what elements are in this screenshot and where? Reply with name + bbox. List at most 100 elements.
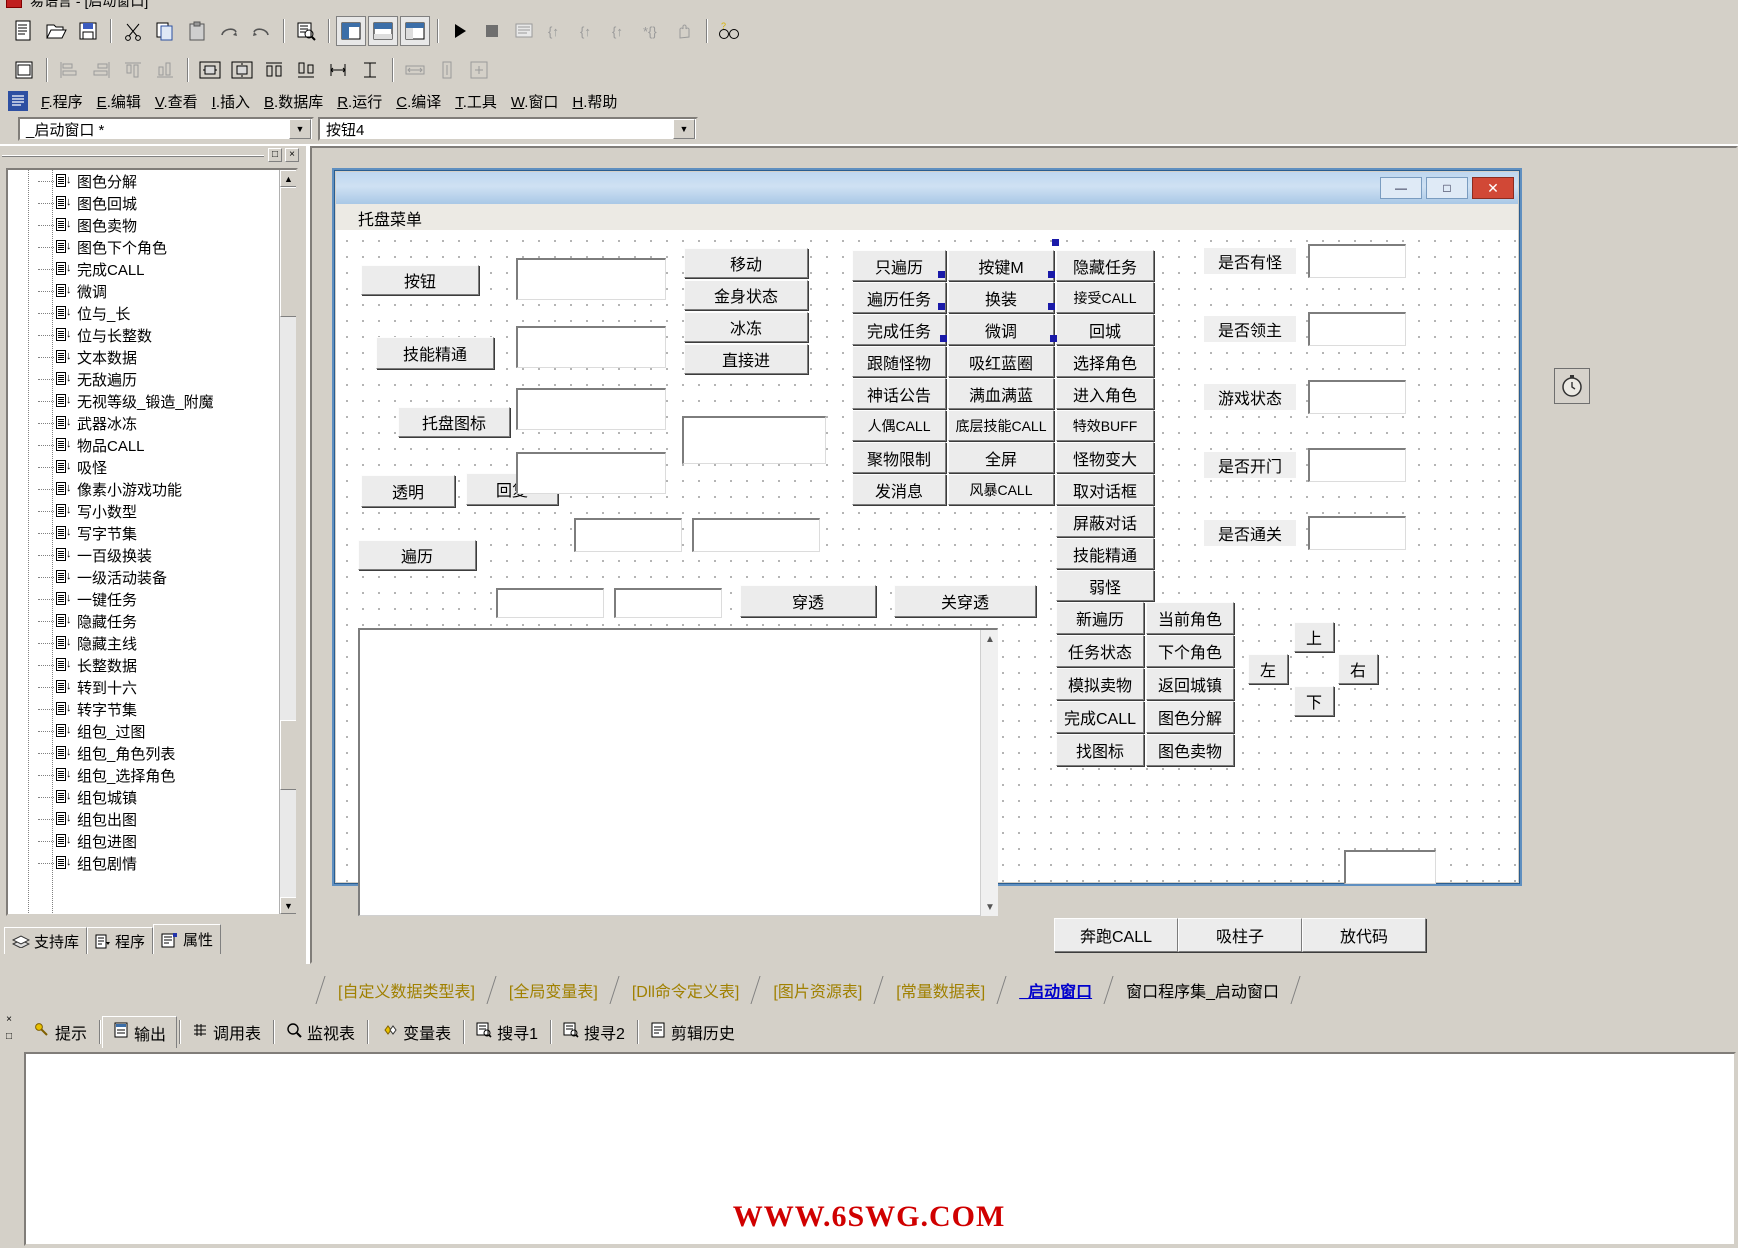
output-tab-监视表[interactable]: 监视表 (276, 1016, 365, 1048)
tab-properties[interactable]: 属性 (153, 924, 222, 954)
textbox-status-2[interactable] (1308, 380, 1406, 414)
tree-item[interactable]: ↓ 吸怪 (8, 456, 280, 478)
button-grid-2-4[interactable]: 进入角色 (1056, 378, 1154, 409)
button-chuantou[interactable]: 穿透 (740, 585, 876, 617)
align-bottom-button[interactable] (150, 55, 180, 85)
tree-item[interactable]: ↓ 武器冰冻 (8, 412, 280, 434)
form-maximize-button[interactable]: □ (1426, 177, 1468, 199)
scroll-up-icon[interactable]: ▲ (280, 170, 296, 187)
button-pair-2-0[interactable]: 模拟卖物 (1056, 668, 1144, 700)
button-touming[interactable]: 透明 (361, 475, 455, 507)
textbox-2[interactable] (516, 326, 666, 368)
button-pair-4-1[interactable]: 图色卖物 (1146, 734, 1234, 766)
doc-tab-1[interactable]: [全局变量表] (499, 975, 608, 1005)
output-tab-调用表[interactable]: 调用表 (182, 1016, 271, 1048)
tree-item[interactable]: ↓ 图色下个角色 (8, 236, 280, 258)
button-dpad-right[interactable]: 右 (1338, 654, 1378, 684)
tree-item[interactable]: ↓ 组包剧情 (8, 852, 280, 874)
tree-item[interactable]: ↓ 组包出图 (8, 808, 280, 830)
textbox-6[interactable] (692, 518, 820, 552)
layout-top-button[interactable] (368, 15, 398, 46)
menu-item-edit[interactable]: E.编辑 (90, 89, 148, 114)
button-grid-0-4[interactable]: 神话公告 (852, 378, 946, 409)
button-grid-0-3[interactable]: 跟随怪物 (852, 346, 946, 377)
button-grid-2-1[interactable]: 接受CALL (1056, 282, 1154, 313)
program-tree[interactable]: ↓ 图色分解 ↓ 图色回城 ↓ 图色卖物 ↓ 图色下个角色 ↓ 完成CALL ↓ 微调 ↓ 位与_长 ↓ 位与… (6, 168, 298, 916)
form-canvas[interactable]: 按钮 技能精通 托盘图标 透明 回复 遍历 移动 金身状态 冰冻 直接进 穿透 … (336, 230, 1518, 952)
align-left-button[interactable] (54, 55, 84, 85)
textbox-9[interactable] (682, 416, 826, 464)
textbox-5[interactable] (574, 518, 682, 552)
scroll-thumb-lower[interactable] (280, 720, 296, 790)
button-grid-0-5[interactable]: 人偶CALL (852, 410, 946, 441)
step-into-button[interactable]: {↑ (541, 16, 571, 46)
button-grid-1-1[interactable]: 换装 (948, 282, 1054, 313)
menu-item-program[interactable]: F.程序 (34, 89, 90, 114)
button-grid-1-4[interactable]: 满血满蓝 (948, 378, 1054, 409)
button-bingdong[interactable]: 冰冻 (684, 312, 808, 342)
textbox-7[interactable] (496, 588, 604, 618)
selection-handle[interactable] (940, 335, 947, 342)
size-height-button[interactable] (355, 55, 385, 85)
tree-item[interactable]: ↓ 组包_过图 (8, 720, 280, 742)
button-grid-0-7[interactable]: 发消息 (852, 474, 946, 505)
output-tab-搜寻2[interactable]: 搜寻2 (553, 1016, 635, 1048)
menu-item-run[interactable]: R.运行 (330, 89, 389, 114)
tree-item[interactable]: ↓ 图色回城 (8, 192, 280, 214)
button-yidong[interactable]: 移动 (684, 248, 808, 278)
space-equal-h-button[interactable] (259, 55, 289, 85)
button-pair-0-1[interactable]: 当前角色 (1146, 602, 1234, 634)
scroll-down-icon[interactable]: ▼ (280, 897, 296, 914)
button-fangdaima[interactable]: 放代码 (1302, 918, 1426, 952)
button-bianli[interactable]: 遍历 (358, 540, 476, 570)
tree-item[interactable]: ↓ 转字节集 (8, 698, 280, 720)
doc-tab-6[interactable]: 窗口程序集_启动窗口 (1116, 975, 1289, 1005)
space-equal-v-button[interactable] (291, 55, 321, 85)
redo-button[interactable] (214, 16, 244, 46)
chevron-down-icon[interactable]: ▼ (289, 119, 311, 139)
textbox-status-1[interactable] (1308, 312, 1406, 346)
doc-tab-0[interactable]: [自定义数据类型表] (328, 975, 485, 1005)
output-tab-变量表[interactable]: 变量表 (370, 1016, 461, 1048)
button-pair-3-0[interactable]: 完成CALL (1056, 701, 1144, 733)
button-grid-1-2[interactable]: 微调 (948, 314, 1054, 345)
tree-item[interactable]: ↓ 位与长整数 (8, 324, 280, 346)
save-file-button[interactable] (73, 16, 103, 46)
center-horizontal-button[interactable] (195, 55, 225, 85)
button-dpad-down[interactable]: 下 (1294, 686, 1334, 716)
output-tab-输出[interactable]: 输出 (102, 1016, 178, 1048)
button-pair-1-0[interactable]: 任务状态 (1056, 635, 1144, 667)
doc-tab-5[interactable]: _启动窗口 (1009, 975, 1102, 1005)
tree-item[interactable]: ↓ 一级活动装备 (8, 566, 280, 588)
design-form-window[interactable]: — □ ✕ 托盘菜单 按钮 技能精通 托盘图标 透明 回复 遍历 移动 金身状态… (332, 168, 1522, 952)
button-grid-2-5[interactable]: 特效BUFF (1056, 410, 1154, 441)
form-grid-button[interactable] (9, 55, 39, 85)
tree-item[interactable]: ↓ 一百级换装 (8, 544, 280, 566)
form-designer-surface[interactable]: — □ ✕ 托盘菜单 按钮 技能精通 托盘图标 透明 回复 遍历 移动 金身状态… (310, 146, 1738, 964)
run-to-cursor-button[interactable]: *{} (637, 16, 667, 46)
button-guanchuantou[interactable]: 关穿透 (894, 585, 1036, 617)
tree-item[interactable]: ↓ 物品CALL (8, 434, 280, 456)
selection-handle[interactable] (938, 303, 945, 310)
step-out-button[interactable]: {↑ (605, 16, 635, 46)
scroll-down-icon[interactable]: ▼ (981, 898, 999, 916)
tree-item[interactable]: ↓ 组包_角色列表 (8, 742, 280, 764)
tree-item[interactable]: ↓ 图色分解 (8, 170, 280, 192)
button-grid-2-2[interactable]: 回城 (1056, 314, 1154, 345)
output-tab-提示[interactable]: 提示 (24, 1016, 97, 1048)
button-grid-2-0[interactable]: 隐藏任务 (1056, 250, 1154, 281)
textbox-3[interactable] (516, 388, 666, 430)
button-pair-4-0[interactable]: 找图标 (1056, 734, 1144, 766)
textbox-status-4[interactable] (1308, 516, 1406, 550)
selection-handle[interactable] (1052, 239, 1059, 246)
selection-handle[interactable] (1048, 303, 1055, 310)
output-listbox[interactable] (358, 628, 998, 916)
scroll-thumb[interactable] (280, 187, 296, 317)
button-grid-1-6[interactable]: 全屏 (948, 442, 1054, 473)
button-jinengjingtong[interactable]: 技能精通 (376, 337, 494, 369)
search-tool-button[interactable]: ? (714, 16, 744, 46)
listbox-scrollbar[interactable]: ▲ ▼ (980, 630, 998, 916)
button-grid-2-6[interactable]: 怪物变大 (1056, 442, 1154, 473)
textbox-bottom-right[interactable] (1344, 850, 1436, 884)
new-file-button[interactable] (9, 16, 39, 46)
